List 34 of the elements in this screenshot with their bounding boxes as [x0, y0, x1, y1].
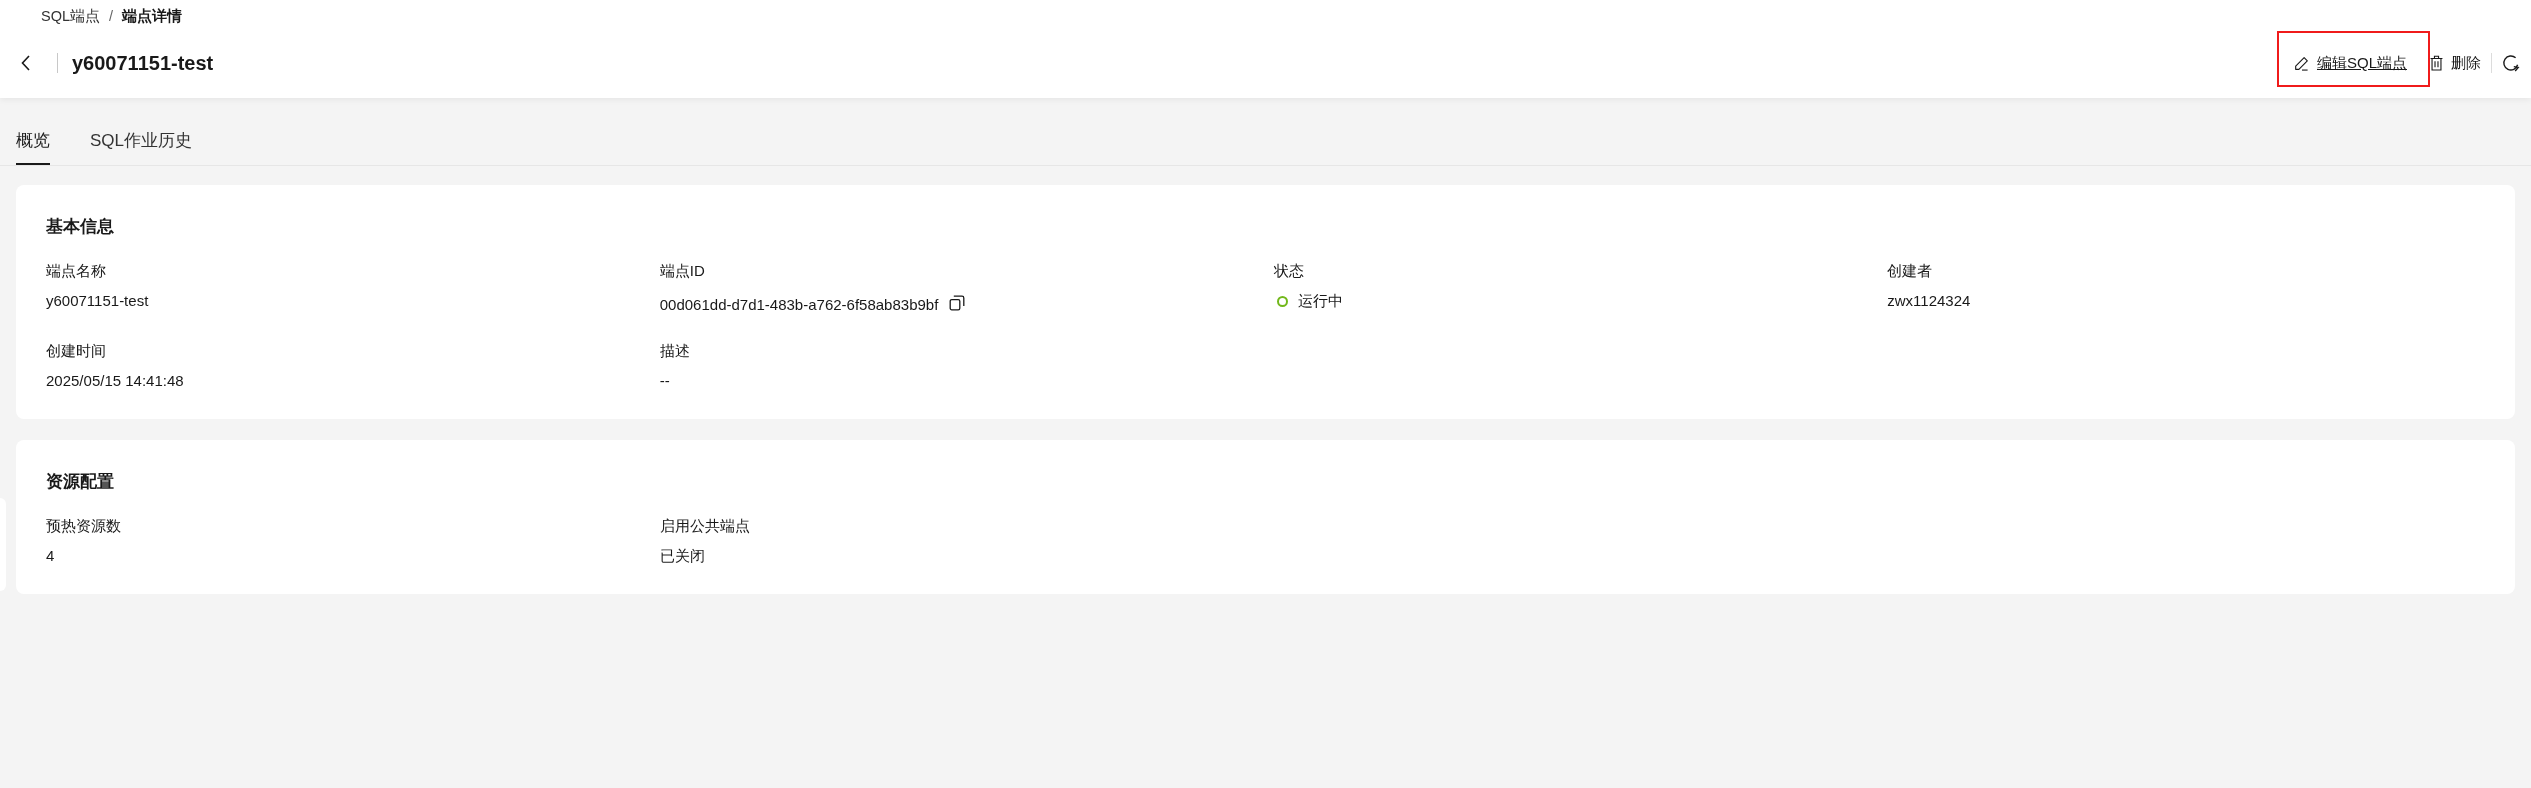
field-value: -- [659, 371, 671, 391]
field-value: 已关闭 [659, 546, 706, 566]
copy-icon [949, 295, 966, 311]
field-label: 端点ID [659, 261, 706, 281]
field-label: 状态 [1273, 261, 1305, 281]
section-title: 资源配置 [46, 471, 115, 493]
field-label: 启用公共端点 [659, 516, 751, 536]
field-label: 描述 [659, 341, 691, 361]
copy-button[interactable] [949, 295, 966, 311]
field-label: 创建时间 [46, 341, 107, 361]
tab[interactable]: SQL作业历史 [90, 129, 193, 165]
field-value: 00d061dd-d7d1-483b-a762-6f58ab83b9bf [659, 295, 939, 315]
refresh-icon [2502, 54, 2520, 72]
back-button[interactable] [20, 55, 31, 71]
status-text: 运行中 [1297, 291, 1343, 311]
tab[interactable]: 概览 [16, 129, 50, 165]
field-value: 2025/05/15 14:41:48 [46, 371, 185, 391]
pencil-icon [2294, 55, 2309, 71]
chevron-left-icon [20, 55, 31, 71]
breadcrumb-current: 端点详情 [122, 7, 183, 26]
refresh-button[interactable] [2502, 54, 2520, 72]
field-label: 端点名称 [46, 261, 107, 281]
field-label: 创建者 [1887, 261, 1934, 281]
breadcrumb-link[interactable]: SQL端点 [41, 6, 100, 26]
breadcrumb-separator: / [109, 7, 114, 26]
edit-button[interactable]: 编辑SQL端点 [2294, 52, 2407, 74]
field-value: zwx1124324 [1887, 291, 1972, 311]
field-value: 4 [46, 546, 56, 566]
section-title: 基本信息 [46, 216, 115, 238]
delete-button[interactable]: 删除 [2430, 52, 2481, 74]
field-value: y60071151-test [46, 291, 150, 311]
trash-icon [2430, 55, 2443, 71]
field-label: 预热资源数 [46, 516, 122, 536]
page-title: y60071151-test [72, 51, 214, 76]
